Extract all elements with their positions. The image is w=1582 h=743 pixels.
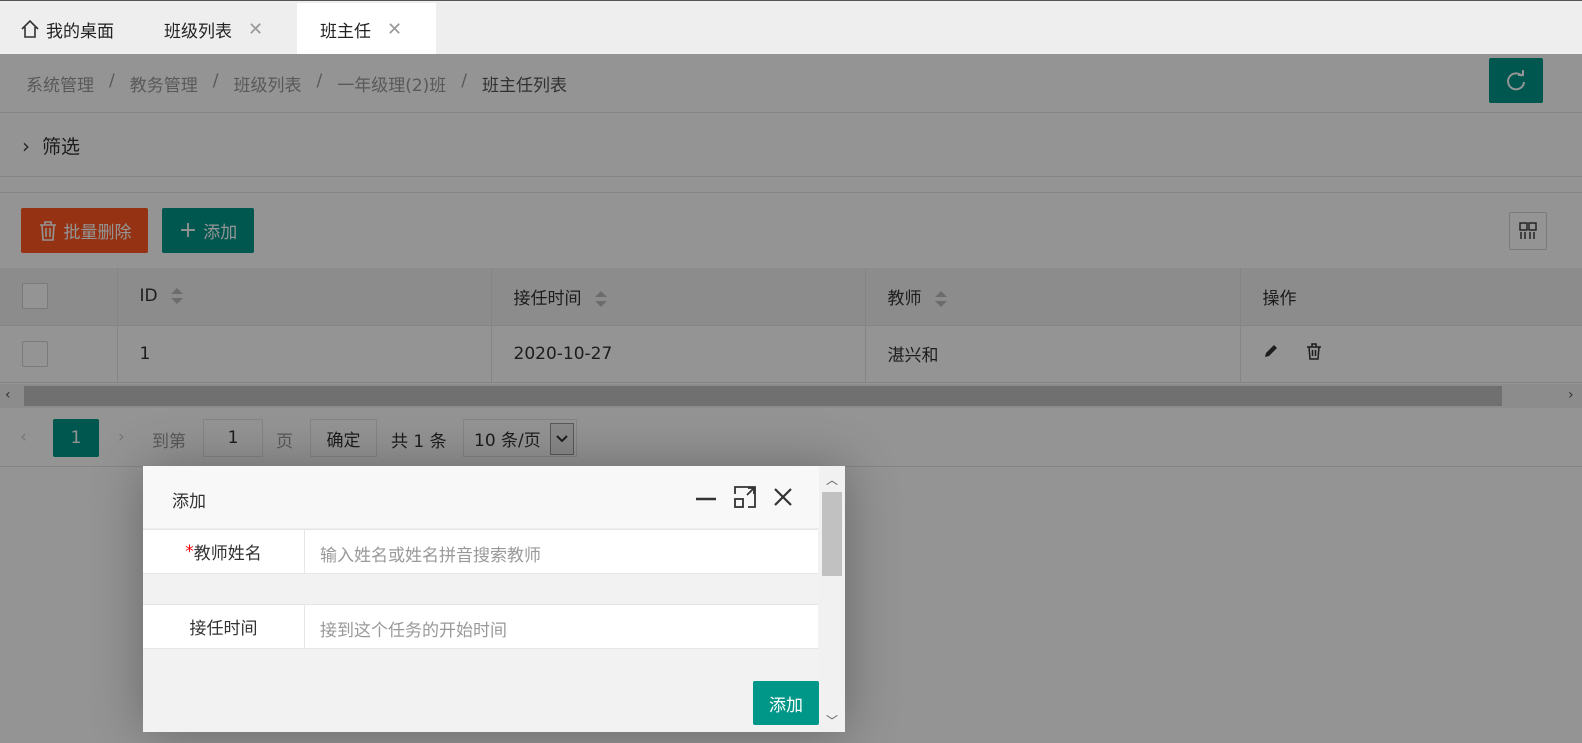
close-icon[interactable]: ✕ (248, 19, 263, 40)
dialog-header: 添加 (143, 466, 819, 529)
scroll-up-icon[interactable]: ︿ (826, 471, 838, 488)
tab-class-list-label: 班级列表 (164, 21, 232, 42)
minimize-icon[interactable] (694, 485, 718, 509)
tab-class-list[interactable]: 班级列表 ✕ (164, 3, 263, 55)
dialog-title: 添加 (172, 492, 206, 512)
tab-head-teacher-label: 班主任 (320, 21, 371, 42)
form-row-date: 接任时间 接到这个任务的开始时间 (143, 604, 818, 649)
form-row-teacher: * 教师姓名 输入姓名或姓名拼音搜索教师 (143, 529, 818, 574)
start-date-input[interactable]: 接到这个任务的开始时间 (320, 616, 507, 641)
tab-head-teacher[interactable]: 班主任 ✕ (297, 3, 436, 55)
field-label: 教师姓名 (193, 544, 262, 564)
required-mark: * (185, 541, 194, 562)
close-icon[interactable] (771, 485, 795, 509)
submit-button[interactable]: 添加 (753, 681, 819, 725)
maximize-icon[interactable] (733, 485, 757, 509)
scrollbar-thumb[interactable] (822, 492, 842, 576)
teacher-name-input[interactable]: 输入姓名或姓名拼音搜索教师 (320, 541, 541, 566)
tab-bar: 我的桌面 班级列表 ✕ 班主任 ✕ (0, 0, 1582, 55)
vertical-scrollbar[interactable]: ︿ ﹀ (819, 466, 845, 732)
tab-desktop-label: 我的桌面 (46, 21, 114, 42)
tab-desktop[interactable]: 我的桌面 (20, 3, 114, 55)
add-dialog: 添加 * 教师姓名 输入姓名或姓名拼音搜索教师 接任时间 接到这个任务的开始时间 … (143, 466, 845, 732)
home-icon (21, 19, 39, 38)
dialog-body: * 教师姓名 输入姓名或姓名拼音搜索教师 接任时间 接到这个任务的开始时间 (143, 529, 819, 732)
start-date-label: 接任时间 (143, 605, 305, 648)
scroll-down-icon[interactable]: ﹀ (826, 712, 838, 729)
teacher-name-label: * 教师姓名 (143, 530, 305, 573)
field-label: 接任时间 (189, 619, 258, 639)
close-icon[interactable]: ✕ (387, 19, 402, 40)
